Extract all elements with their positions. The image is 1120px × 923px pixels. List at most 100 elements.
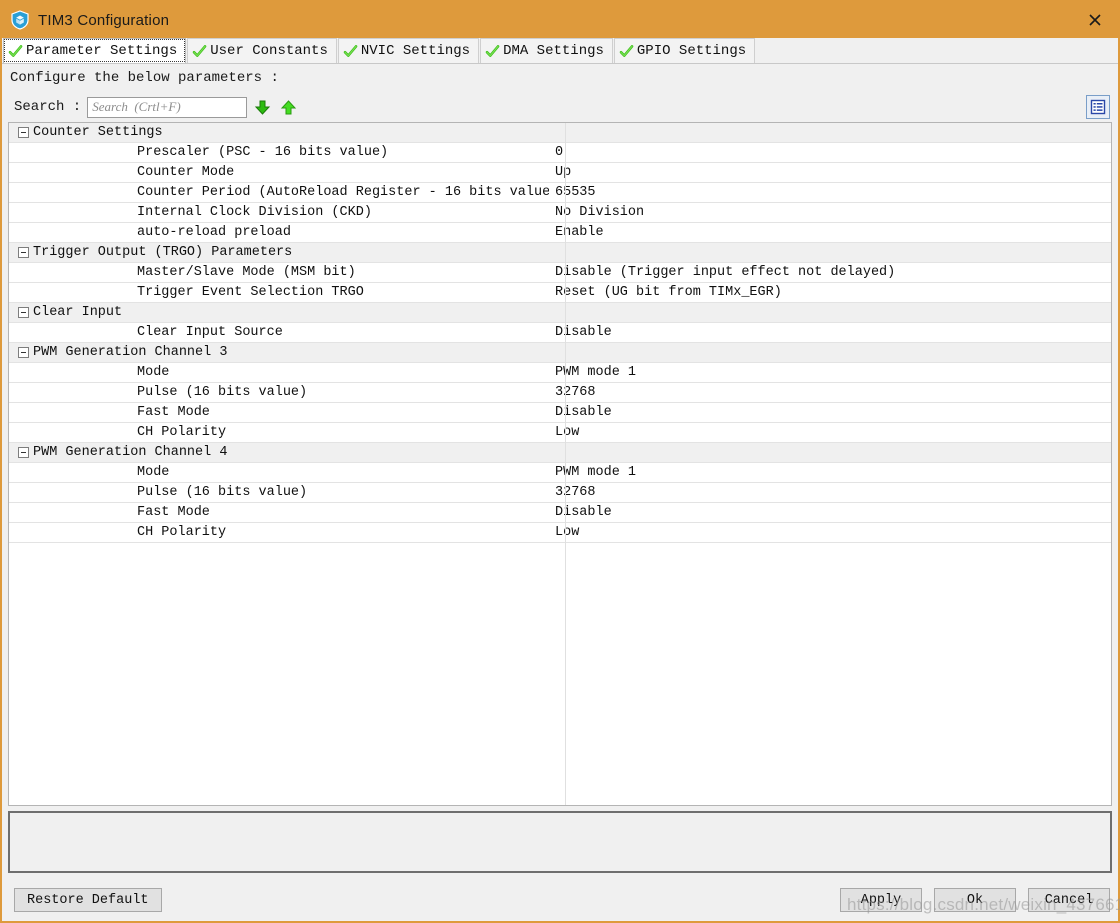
parameter-value: 32768 [555,485,596,500]
tree-parameter-row[interactable]: Mode PWM mode 1 [9,363,1111,383]
green-check-icon [485,44,500,57]
parameter-value-cell[interactable]: 0 [549,145,1111,160]
parameter-value-cell[interactable]: 32768 [549,485,1111,500]
tab-parameter-settings[interactable]: Parameter Settings [3,38,187,63]
tab-dma-settings[interactable]: DMA Settings [480,38,613,63]
parameter-name: Clear Input Source [137,325,283,340]
parameter-name: Mode [137,365,170,380]
tree-group-row[interactable]: PWM Generation Channel 3 [9,343,1111,363]
parameter-value: Disable [555,325,612,340]
green-check-icon [8,44,23,57]
parameter-name: Master/Slave Mode (MSM bit) [137,265,356,280]
collapse-toggle-icon[interactable] [18,247,29,258]
parameter-value-cell[interactable]: 65535 [549,185,1111,200]
parameter-name: Pulse (16 bits value) [137,385,308,400]
parameter-value-cell[interactable]: Disable [549,405,1111,420]
tree-parameter-row[interactable]: Internal Clock Division (CKD) No Division [9,203,1111,223]
tree-parameter-row[interactable]: Pulse (16 bits value) 32768 [9,383,1111,403]
parameter-value-cell[interactable]: No Division [549,205,1111,220]
green-check-icon [343,44,358,57]
parameter-name: Counter Period (AutoReload Register - 16… [137,185,549,200]
parameter-value-cell[interactable]: Disable (Trigger input effect not delaye… [549,265,1111,280]
parameter-name: Fast Mode [137,505,210,520]
parameter-value: Enable [555,225,604,240]
tree-parameter-row[interactable]: auto-reload preload Enable [9,223,1111,243]
search-prev-button[interactable] [277,96,299,118]
parameter-name: Internal Clock Division (CKD) [137,205,372,220]
parameter-value-cell[interactable]: PWM mode 1 [549,465,1111,480]
parameter-value-cell[interactable]: PWM mode 1 [549,365,1111,380]
tree-parameter-row[interactable]: Master/Slave Mode (MSM bit) Disable (Trig… [9,263,1111,283]
tree-parameter-row[interactable]: Fast Mode Disable [9,503,1111,523]
parameter-value-cell[interactable]: Disable [549,505,1111,520]
parameter-name: Prescaler (PSC - 16 bits value) [137,145,389,160]
tree-group-label: Clear Input [33,305,123,320]
restore-default-button[interactable]: Restore Default [14,888,162,912]
apply-button[interactable]: Apply [840,888,922,912]
instruction-label: Configure the below parameters : [10,70,279,86]
tree-group-row[interactable]: Counter Settings [9,123,1111,143]
collapse-toggle-icon[interactable] [18,347,29,358]
cancel-button[interactable]: Cancel [1028,888,1110,912]
parameter-value-cell[interactable]: Enable [549,225,1111,240]
parameter-value-cell[interactable]: Low [549,525,1111,540]
search-input[interactable] [87,96,248,118]
parameter-name: auto-reload preload [137,225,291,240]
tab-gpio-settings[interactable]: GPIO Settings [613,38,756,63]
tree-parameter-row[interactable]: CH Polarity Low [9,523,1111,543]
tree-parameter-row[interactable]: Mode PWM mode 1 [9,463,1111,483]
tree-parameter-row[interactable]: Prescaler (PSC - 16 bits value) 0 [9,143,1111,163]
parameter-value-cell[interactable]: Reset (UG bit from TIMx_EGR) [549,285,1111,300]
parameter-value-cell[interactable]: Up [549,165,1111,180]
collapse-toggle-icon[interactable] [18,447,29,458]
tree-parameter-row[interactable]: Counter Period (AutoReload Register - 16… [9,183,1111,203]
parameter-tree-panel: Counter Settings Prescaler (PSC - 16 bits… [8,122,1112,806]
collapse-toggle-icon[interactable] [18,307,29,318]
arrow-down-icon [254,100,270,115]
parameter-name: Counter Mode [137,165,235,180]
parameter-value: Disable [555,505,612,520]
close-button[interactable] [1072,2,1118,38]
tab-label: User Constants [210,43,328,59]
parameter-value-cell[interactable]: Low [549,425,1111,440]
parameter-value: Disable (Trigger input effect not delaye… [555,265,896,280]
tree-group-row[interactable]: Clear Input [9,303,1111,323]
ok-button[interactable]: Ok [934,888,1016,912]
parameter-tree: Counter Settings Prescaler (PSC - 16 bits… [9,123,1111,543]
cube-shield-icon [11,10,29,30]
parameter-name: Trigger Event Selection TRGO [137,285,364,300]
tab-label: Parameter Settings [26,43,178,59]
collapse-toggle-icon[interactable] [18,127,29,138]
tab-label: NVIC Settings [360,43,471,59]
parameter-value: Low [555,525,580,540]
tree-group-row[interactable]: Trigger Output (TRGO) Parameters [9,243,1111,263]
green-check-icon [619,44,634,57]
parameter-value-cell[interactable]: 32768 [549,385,1111,400]
parameter-value: Reset (UG bit from TIMx_EGR) [555,285,782,300]
tim3-configuration-dialog: TIM3 Configuration Parameter Settings Use… [0,0,1120,923]
parameter-name: CH Polarity [137,525,227,540]
tree-parameter-row[interactable]: Trigger Event Selection TRGO Reset (UG bi… [9,283,1111,303]
tab-user-constants[interactable]: User Constants [187,38,337,63]
search-row: Search : [8,92,1112,122]
tree-group-label: Trigger Output (TRGO) Parameters [33,245,293,260]
green-check-icon [192,44,207,57]
tree-parameter-row[interactable]: CH Polarity Low [9,423,1111,443]
tree-parameter-row[interactable]: Clear Input Source Disable [9,323,1111,343]
search-label: Search : [14,99,82,115]
tab-nvic-settings[interactable]: NVIC Settings [337,38,480,63]
arrow-up-icon [280,99,296,114]
parameter-value: Low [555,425,580,440]
tree-parameter-row[interactable]: Fast Mode Disable [9,403,1111,423]
parameter-value-cell[interactable]: Disable [549,325,1111,340]
tree-parameter-row[interactable]: Counter Mode Up [9,163,1111,183]
tree-group-label: Counter Settings [33,125,163,140]
parameter-name: Pulse (16 bits value) [137,485,308,500]
list-view-toggle-button[interactable] [1086,95,1110,119]
parameter-value: 0 [555,145,564,160]
tree-parameter-row[interactable]: Pulse (16 bits value) 32768 [9,483,1111,503]
tree-group-row[interactable]: PWM Generation Channel 4 [9,443,1111,463]
parameter-name: Fast Mode [137,405,210,420]
search-next-button[interactable] [251,96,273,118]
button-bar: Restore Default Apply Ok Cancel [2,879,1118,921]
